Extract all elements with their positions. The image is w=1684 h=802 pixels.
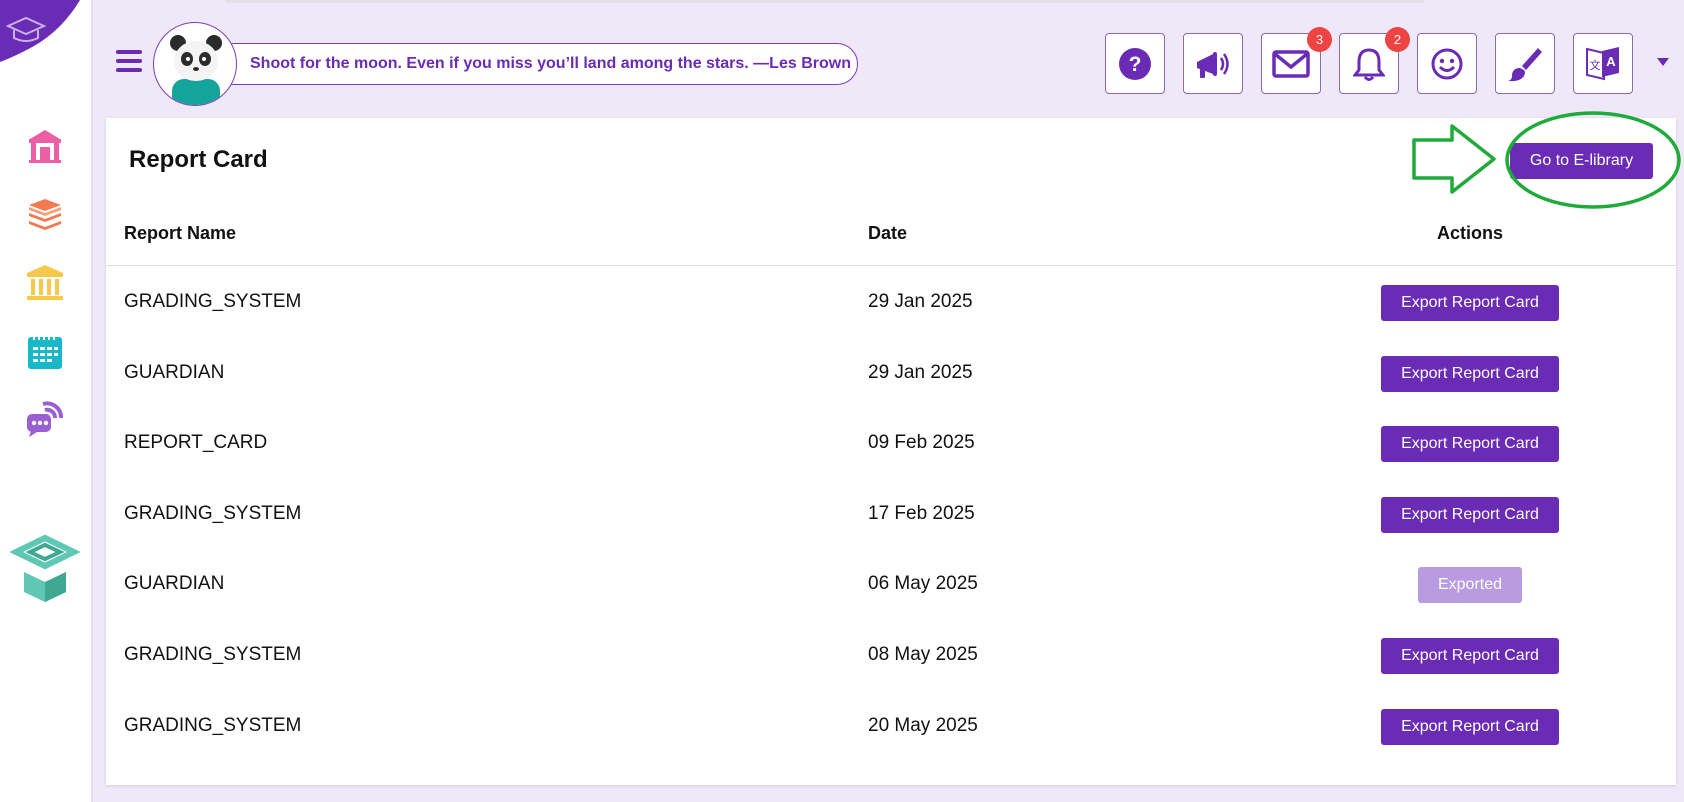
sidebar-item-communication[interactable] [22, 395, 68, 441]
school-icon [29, 130, 61, 163]
report-name-cell: REPORT_CARD [124, 432, 268, 453]
report-date-cell: 09 Feb 2025 [868, 432, 975, 453]
help-button[interactable]: ? [1105, 33, 1165, 94]
app-logo-icon[interactable] [0, 0, 82, 64]
report-name-cell: GRADING_SYSTEM [124, 715, 302, 736]
sidebar [0, 0, 93, 802]
table-header-divider [106, 265, 1676, 266]
brand-logo-icon [10, 534, 80, 602]
announcements-button[interactable] [1183, 33, 1243, 94]
help-icon: ? [1119, 47, 1151, 80]
export-report-card-button[interactable]: Export Report Card [1381, 285, 1559, 321]
notifications-button[interactable]: 2 [1339, 27, 1410, 94]
translate-icon: 文 A [1586, 46, 1619, 80]
mail-icon [1272, 49, 1310, 78]
column-header-actions: Actions [1436, 223, 1503, 243]
messages-badge: 3 [1307, 27, 1332, 52]
report-date-cell: 20 May 2025 [868, 715, 978, 736]
svg-text:?: ? [1129, 53, 1142, 76]
exported-status-button: Exported [1418, 567, 1522, 603]
theme-button[interactable] [1495, 33, 1555, 94]
report-name-cell: GRADING_SYSTEM [124, 503, 302, 524]
report-date-cell: 29 Jan 2025 [868, 362, 973, 383]
avatar[interactable] [153, 22, 237, 106]
chat-icon [27, 401, 63, 437]
sidebar-item-institution[interactable] [22, 260, 68, 306]
column-header-report-name: Report Name [124, 223, 237, 243]
report-date-cell: 06 May 2025 [868, 573, 978, 594]
paintbrush-icon [1508, 47, 1542, 81]
export-report-card-button[interactable]: Export Report Card [1381, 356, 1559, 392]
export-report-card-button[interactable]: Export Report Card [1381, 497, 1559, 533]
top-divider [225, 0, 1425, 3]
column-header-date: Date [868, 223, 908, 243]
smiley-icon [1431, 48, 1463, 79]
books-icon [29, 199, 61, 230]
report-date-cell: 17 Feb 2025 [868, 503, 975, 524]
language-button[interactable]: 文 A [1573, 33, 1633, 94]
svg-text:A: A [1606, 54, 1616, 69]
chevron-down-icon[interactable] [1657, 58, 1669, 66]
report-name-cell: GUARDIAN [124, 362, 225, 383]
messages-button[interactable]: 3 [1261, 27, 1332, 94]
svg-text:文: 文 [1590, 58, 1601, 72]
notifications-badge: 2 [1385, 27, 1410, 52]
report-name-cell: GRADING_SYSTEM [124, 291, 302, 312]
go-to-elibrary-button[interactable]: Go to E-library [1510, 143, 1653, 179]
sidebar-item-school[interactable] [22, 123, 68, 169]
sidebar-item-calendar[interactable] [22, 328, 68, 374]
report-name-cell: GRADING_SYSTEM [124, 644, 302, 665]
institution-icon [27, 265, 63, 300]
feedback-button[interactable] [1417, 33, 1477, 94]
export-report-card-button[interactable]: Export Report Card [1381, 638, 1559, 674]
report-date-cell: 29 Jan 2025 [868, 291, 973, 312]
quote-text: Shoot for the moon. Even if you miss you… [250, 55, 851, 72]
menu-toggle-button[interactable] [116, 50, 142, 72]
page-title: Report Card [129, 146, 268, 173]
bell-icon [1353, 47, 1385, 81]
calendar-icon [28, 334, 62, 369]
sidebar-item-courses[interactable] [22, 192, 68, 238]
report-name-cell: GUARDIAN [124, 573, 225, 594]
export-report-card-button[interactable]: Export Report Card [1381, 709, 1559, 745]
report-date-cell: 08 May 2025 [868, 644, 978, 665]
export-report-card-button[interactable]: Export Report Card [1381, 426, 1559, 462]
announcement-icon [1197, 51, 1229, 78]
panda-mascot-icon [170, 35, 222, 105]
